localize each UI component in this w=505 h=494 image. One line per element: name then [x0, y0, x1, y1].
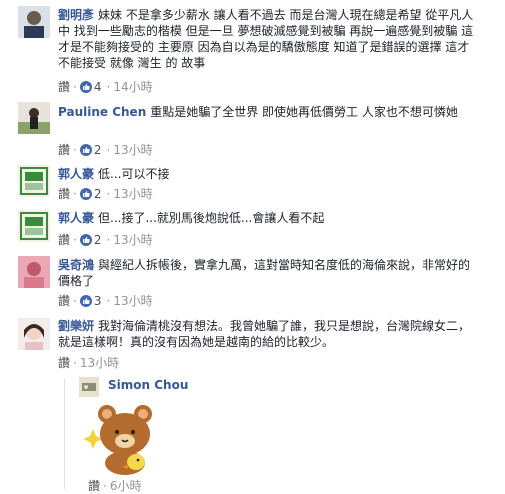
comment-text: 但...接了...就別馬後炮說低...會讓人看不起: [98, 211, 325, 225]
comment-body: 郭人豪 低...可以不接: [58, 166, 478, 182]
comment-body: Pauline Chen 重點是她騙了全世界 即使她再低價勞工 人家也不想可憐她: [58, 104, 478, 120]
thumbs-up-icon: [79, 188, 92, 200]
reply-meta: 讚 · 6小時: [88, 479, 142, 493]
thumbs-up-icon: [79, 234, 92, 246]
commenter-name[interactable]: 劉樂妍: [58, 319, 94, 333]
like-button[interactable]: 讚: [58, 80, 70, 94]
like-button[interactable]: 讚: [58, 294, 70, 308]
bear-sticker: [83, 400, 164, 476]
like-button[interactable]: 讚: [58, 233, 70, 247]
comment-body: 吳奇鴻 與經紀人拆帳後，實拿九萬，這對當時知名度低的海倫來說，非常好的價格了: [58, 257, 478, 289]
thumbs-up-icon: [79, 144, 92, 156]
avatar[interactable]: [18, 210, 50, 242]
commenter-name[interactable]: Pauline Chen: [58, 105, 146, 119]
thread-line: [64, 379, 65, 489]
timestamp[interactable]: 13小時: [113, 187, 152, 201]
comment-meta: 讚 · 3 · 13小時: [58, 294, 153, 308]
timestamp[interactable]: 14小時: [113, 80, 152, 94]
comment-text: 我對海倫清桃沒有想法。我曾她騙了誰，我只是想說，台灣院線女二，就是這樣啊！真的沒…: [58, 319, 471, 349]
reaction-count[interactable]: 4: [94, 80, 102, 94]
timestamp[interactable]: 13小時: [113, 143, 152, 157]
comment-text: 重點是她騙了全世界 即使她再低價勞工 人家也不想可憐她: [150, 105, 458, 119]
reply-name-line: Simon Chou: [108, 377, 192, 393]
like-button[interactable]: 讚: [58, 356, 70, 370]
avatar[interactable]: [18, 318, 50, 350]
avatar[interactable]: [18, 256, 50, 288]
thumbs-up-icon: [79, 295, 92, 307]
timestamp[interactable]: 13小時: [113, 233, 152, 247]
reaction-count[interactable]: 2: [94, 233, 102, 247]
comment-meta: 讚 · 4 · 14小時: [58, 80, 153, 94]
comment-text: 低...可以不接: [98, 167, 170, 181]
comment-body: 劉明彥 妹妹 不是拿多少薪水 讓人看不過去 而是台灣人現在總是希望 從平凡人中 找…: [58, 7, 478, 71]
commenter-name[interactable]: Simon Chou: [108, 378, 188, 392]
reaction-count[interactable]: 3: [94, 294, 102, 308]
commenter-name[interactable]: 吳奇鴻: [58, 258, 94, 272]
comment-text: 與經紀人拆帳後，實拿九萬，這對當時知名度低的海倫來說，非常好的價格了: [58, 258, 471, 288]
like-button[interactable]: 讚: [58, 143, 70, 157]
avatar[interactable]: [18, 6, 50, 38]
comment-meta: 讚 · 2 · 13小時: [58, 143, 153, 157]
reaction-count[interactable]: 2: [94, 187, 102, 201]
comment-meta: 讚 · 13小時: [58, 356, 120, 370]
reaction-count[interactable]: 2: [94, 143, 102, 157]
timestamp[interactable]: 13小時: [113, 294, 152, 308]
commenter-name[interactable]: 劉明彥: [58, 8, 94, 22]
comment-text: 妹妹 不是拿多少薪水 讓人看不過去 而是台灣人現在總是希望 從平凡人中 找到一些…: [58, 8, 474, 70]
avatar[interactable]: [18, 102, 50, 134]
commenter-name[interactable]: 郭人豪: [58, 211, 94, 225]
thumbs-up-icon: [79, 81, 92, 93]
like-button[interactable]: 讚: [58, 187, 70, 201]
avatar[interactable]: [18, 165, 50, 197]
comment-meta: 讚 · 2 · 13小時: [58, 187, 153, 201]
timestamp[interactable]: 13小時: [80, 356, 119, 370]
comment-body: 郭人豪 但...接了...就別馬後炮說低...會讓人看不起: [58, 210, 478, 226]
commenter-name[interactable]: 郭人豪: [58, 167, 94, 181]
comment-body: 劉樂妍 我對海倫清桃沒有想法。我曾她騙了誰，我只是想說，台灣院線女二，就是這樣啊！…: [58, 318, 478, 350]
comment-meta: 讚 · 2 · 13小時: [58, 233, 153, 247]
avatar[interactable]: [79, 377, 99, 397]
